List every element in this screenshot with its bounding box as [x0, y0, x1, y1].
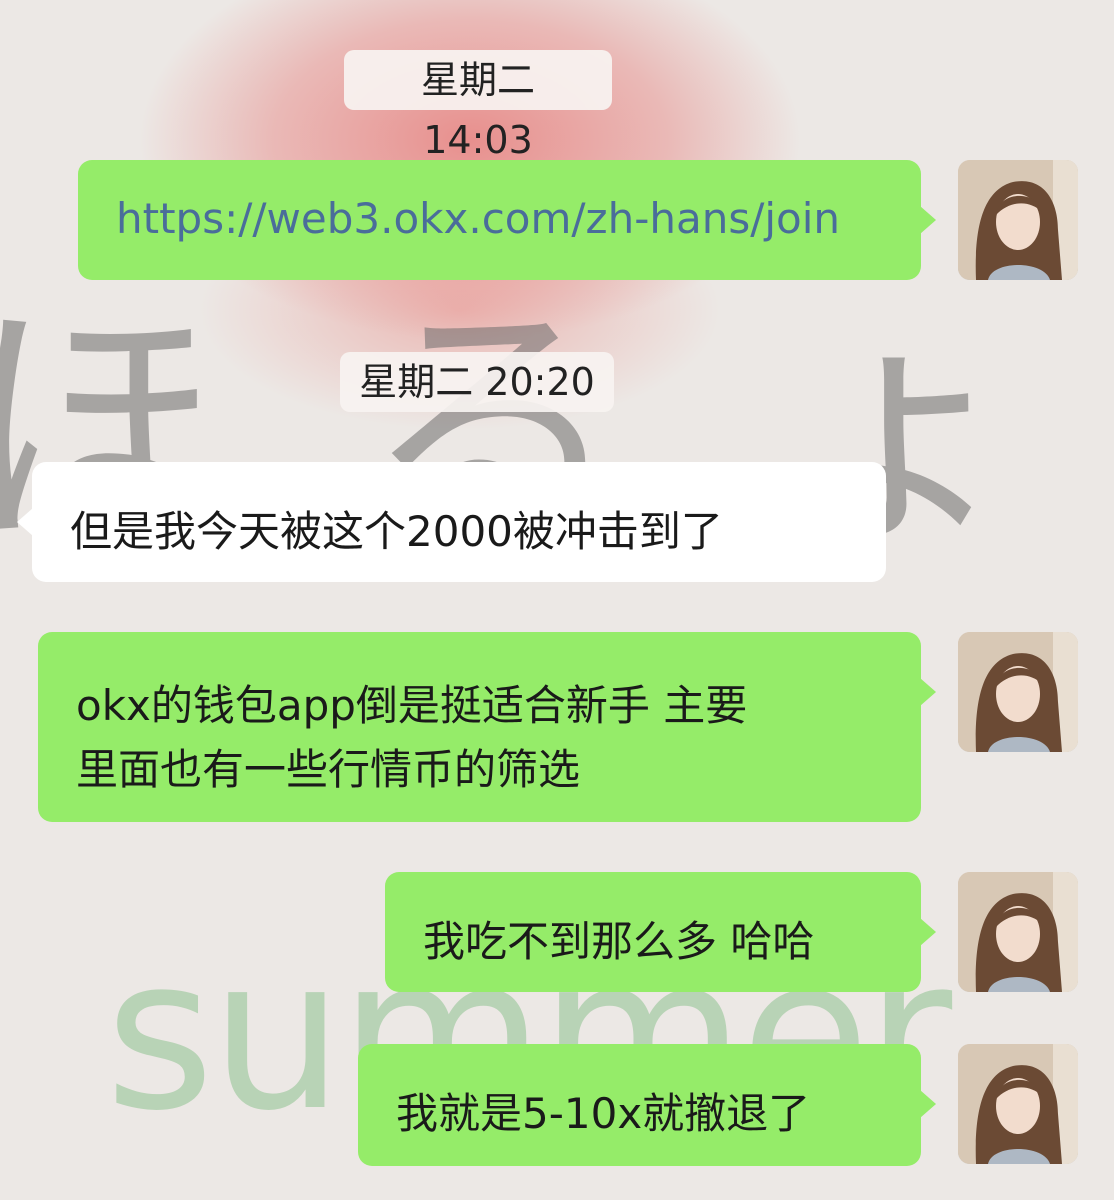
timestamp: 星期二 14:03: [344, 50, 612, 162]
user-photo-icon: [958, 872, 1078, 992]
message-bubble[interactable]: okx的钱包app倒是挺适合新手 主要 里面也有一些行情币的筛选: [38, 632, 936, 822]
message-text: 我吃不到那么多 哈哈: [423, 917, 815, 966]
user-photo-icon: [958, 632, 1078, 752]
message-bubble[interactable]: 我就是5-10x就撤退了: [358, 1044, 936, 1166]
timestamp: 星期二 20:20: [340, 352, 614, 412]
message-text-line-1: okx的钱包app倒是挺适合新手 主要: [76, 681, 748, 730]
message-bubble[interactable]: 但是我今天被这个2000被冲击到了: [17, 462, 886, 582]
avatar[interactable]: [958, 632, 1078, 752]
message-text: 我就是5-10x就撤退了: [396, 1089, 811, 1138]
avatar[interactable]: [958, 1044, 1078, 1164]
message-bubble[interactable]: 我吃不到那么多 哈哈: [385, 872, 936, 992]
user-photo-icon: [958, 1044, 1078, 1164]
message-text: 但是我今天被这个2000被冲击到了: [70, 507, 723, 556]
message-link-text[interactable]: https://web3.okx.com/zh-hans/join: [116, 194, 840, 243]
message-bubble-link[interactable]: https://web3.okx.com/zh-hans/join: [78, 160, 936, 280]
message-text-line-2: 里面也有一些行情币的筛选: [76, 745, 581, 794]
user-photo-icon: [958, 160, 1078, 280]
avatar[interactable]: [958, 872, 1078, 992]
avatar[interactable]: [958, 160, 1078, 280]
